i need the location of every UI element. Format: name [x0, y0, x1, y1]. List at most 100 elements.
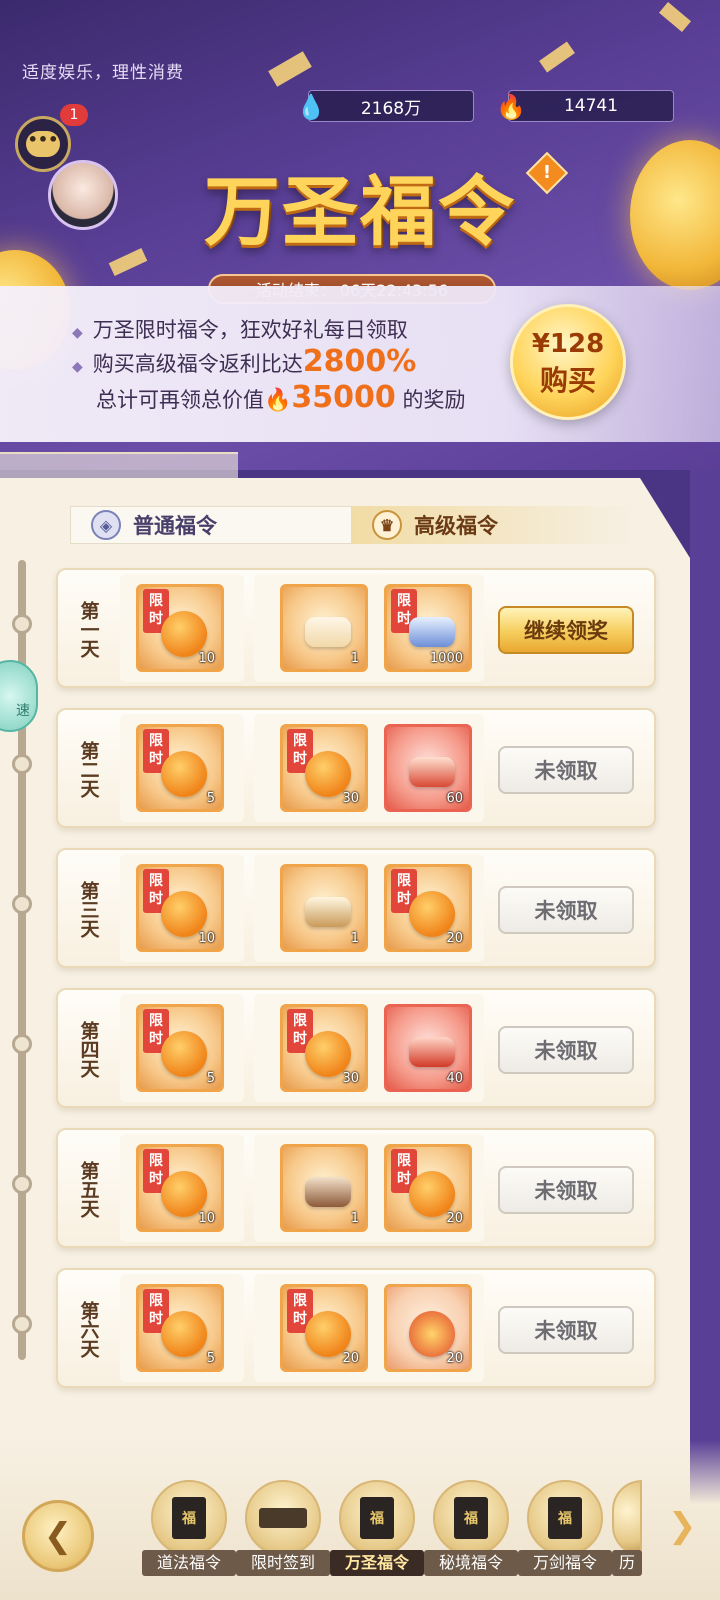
day-label: 第一天 [77, 600, 100, 658]
pass-book-icon [612, 1480, 642, 1556]
item-count: 1 [350, 1211, 359, 1226]
rail-node [12, 1174, 32, 1194]
chat-unread-badge: 1 [60, 104, 88, 126]
pass-book-icon: 福 [339, 1480, 415, 1556]
pumpkin-icon [161, 751, 207, 797]
reward-row-day4: 第四天 限时 5 限时 30 40 未领取 [56, 988, 656, 1108]
health-notice: 适度娱乐，理性消费 [22, 63, 184, 83]
paper-strip [659, 1, 691, 33]
gold-flame-icon: 🔥 [264, 388, 292, 413]
item-count: 20 [446, 1211, 463, 1226]
right-lantern [630, 140, 720, 290]
paper-strip [108, 248, 148, 276]
senior-pass-icon: ♛ [372, 510, 402, 540]
currency-gold[interactable]: 🔥 14741 [496, 90, 674, 122]
reward-item[interactable]: 限时 5 [136, 724, 224, 812]
diamond-bullet-icon: ◆ [72, 359, 83, 375]
rail-node [12, 754, 32, 774]
claim-button[interactable]: 继续领奖 [498, 606, 634, 654]
nav-label: 历 [612, 1550, 642, 1576]
promo-line-1: ◆ 万圣限时福令，狂欢好礼每日领取 [72, 318, 408, 342]
item-count: 20 [446, 931, 463, 946]
reward-row-day1: 第一天 限时 10 1 限时 1000 继续领奖 [56, 568, 656, 688]
reward-item[interactable]: 限时 1000 [384, 584, 472, 672]
nav-label: 万圣福令 [330, 1550, 424, 1576]
claim-button[interactable]: 未领取 [498, 1026, 634, 1074]
pass-tabs: ◈ 普通福令 ♛ 高级福令 [70, 506, 632, 544]
reward-item[interactable]: 1 [280, 1144, 368, 1232]
item-count: 20 [446, 1351, 463, 1366]
currency-spirit-stone[interactable]: 💧 2168万 [296, 90, 474, 122]
nav-label: 万剑福令 [518, 1550, 612, 1576]
day-label: 第五天 [77, 1160, 100, 1218]
item-count: 1 [350, 931, 359, 946]
buy-price: ¥128 [531, 329, 605, 359]
claim-button[interactable]: 未领取 [498, 1306, 634, 1354]
rebate-highlight: 2800% [302, 344, 417, 379]
nav-item-secret-realm[interactable]: 福 秘境福令 [424, 1480, 518, 1588]
ring-treasure-icon [305, 897, 351, 927]
chat-button[interactable]: ••• [15, 116, 71, 172]
reward-item[interactable]: 限时 30 [280, 724, 368, 812]
nav-label: 秘境福令 [424, 1550, 518, 1576]
sign-in-table-icon [245, 1480, 321, 1556]
nav-item-wanjian[interactable]: 福 万剑福令 [518, 1480, 612, 1588]
reward-item[interactable]: 限时 20 [280, 1284, 368, 1372]
paper-strip [268, 51, 312, 87]
buy-label: 购买 [539, 364, 596, 397]
reward-item[interactable]: 20 [384, 1284, 472, 1372]
next-arrow-icon[interactable]: ❯ [668, 1506, 697, 1546]
reward-item[interactable]: 限时 10 [136, 864, 224, 952]
reward-item[interactable]: 60 [384, 724, 472, 812]
item-count: 5 [206, 1351, 215, 1366]
nav-item-daofa[interactable]: 福 道法福令 [142, 1480, 236, 1588]
diamond-bullet-icon: ◆ [72, 325, 83, 341]
rail-node [12, 614, 32, 634]
promo-line-2: ◆ 购买高级福令返利比达2800% [72, 344, 417, 379]
tab-senior-pass[interactable]: ♛ 高级福令 [352, 506, 632, 544]
pass-book-icon: 福 [151, 1480, 227, 1556]
reward-item[interactable]: 限时 5 [136, 1004, 224, 1092]
reward-item[interactable]: 限时 30 [280, 1004, 368, 1092]
rail-node [12, 1034, 32, 1054]
reward-item[interactable]: 1 [280, 584, 368, 672]
back-arrow-icon: ❮ [43, 1516, 73, 1556]
claim-button[interactable]: 未领取 [498, 886, 634, 934]
item-count: 30 [342, 1071, 359, 1086]
reward-row-day3: 第三天 限时 10 1 限时 20 未领取 [56, 848, 656, 968]
pass-book-icon: 福 [527, 1480, 603, 1556]
reward-item[interactable]: 限时 10 [136, 1144, 224, 1232]
rail-node [12, 894, 32, 914]
reward-row-day2: 第二天 限时 5 限时 30 60 未领取 [56, 708, 656, 828]
reward-item[interactable]: 限时 20 [384, 864, 472, 952]
page-title: 万圣福令 [204, 167, 516, 256]
reward-item[interactable]: 限时 20 [384, 1144, 472, 1232]
item-count: 20 [342, 1351, 359, 1366]
back-button[interactable]: ❮ [22, 1500, 94, 1572]
normal-pass-icon: ◈ [91, 510, 121, 540]
reward-item[interactable]: 限时 10 [136, 584, 224, 672]
spirit-drop-icon: 💧 [296, 93, 326, 121]
claim-button[interactable]: 未领取 [498, 1166, 634, 1214]
nav-item-sign-in[interactable]: 限时签到 [236, 1480, 330, 1588]
reward-item[interactable]: 40 [384, 1004, 472, 1092]
pass-book-icon: 福 [433, 1480, 509, 1556]
reward-item[interactable]: 限时 5 [136, 1284, 224, 1372]
rail-node [12, 1314, 32, 1334]
nav-label: 限时签到 [236, 1550, 330, 1576]
nav-item-history[interactable]: 历 [612, 1480, 642, 1588]
pumpkin-icon [161, 1311, 207, 1357]
reward-item[interactable]: 1 [280, 864, 368, 952]
player-avatar[interactable] [48, 160, 118, 230]
reward-row-day6: 第六天 限时 5 限时 20 20 未领取 [56, 1268, 656, 1388]
item-count: 1 [350, 651, 359, 666]
currency-gold-value: 14741 [563, 96, 619, 116]
claim-button[interactable]: 未领取 [498, 746, 634, 794]
tab-normal-pass[interactable]: ◈ 普通福令 [70, 506, 352, 544]
pumpkin-icon [161, 1031, 207, 1077]
panel-right-bg [690, 470, 720, 1600]
promo-line-3: 总计可再领总价值🔥35000 的奖励 [96, 380, 466, 415]
item-count: 10 [198, 931, 215, 946]
buy-senior-button[interactable]: ¥128 购买 [510, 304, 626, 420]
nav-item-halloween[interactable]: 福 万圣福令 [330, 1480, 424, 1588]
